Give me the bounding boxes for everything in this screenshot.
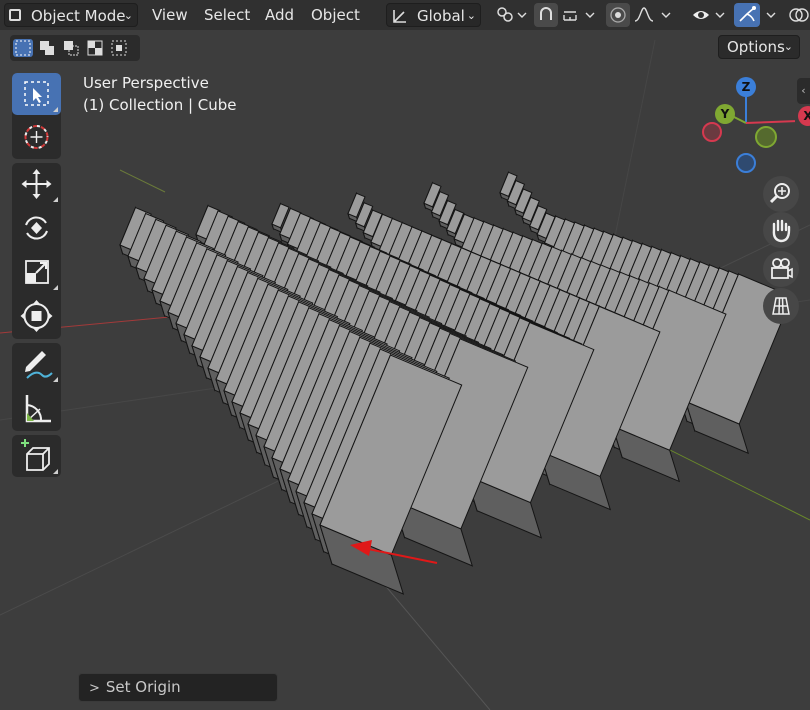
sidebar-toggle[interactable]: ‹ xyxy=(797,78,810,104)
gizmo-z-axis[interactable]: Z xyxy=(736,77,756,97)
visibility-icon xyxy=(693,11,725,19)
tool-add-cube[interactable] xyxy=(12,435,61,477)
gizmo-neg-x-axis[interactable] xyxy=(702,122,722,142)
collection-label: (1) Collection | Cube xyxy=(83,96,237,114)
hand-icon xyxy=(772,219,791,243)
tool-measure[interactable] xyxy=(12,387,61,429)
falloff-selector[interactable] xyxy=(632,3,676,27)
select-invert-mode[interactable] xyxy=(85,39,105,57)
select-subtract-icon xyxy=(64,41,79,56)
tool-scale[interactable] xyxy=(12,251,61,293)
rotate-icon xyxy=(25,216,48,240)
zoom-button[interactable] xyxy=(763,176,799,212)
tool-move[interactable] xyxy=(12,163,61,205)
tool-annotate[interactable] xyxy=(12,343,61,385)
proportional-editing-toggle[interactable] xyxy=(606,3,630,27)
select-extend-mode[interactable] xyxy=(37,39,57,57)
chevron-down-icon xyxy=(766,12,776,18)
transform-orientation-selector[interactable]: Global ⌄ xyxy=(386,3,481,27)
menu-view[interactable]: View xyxy=(149,3,191,27)
mode-label: Object Mode xyxy=(31,7,126,25)
menu-object[interactable]: Object xyxy=(308,3,363,27)
select-intersect-icon xyxy=(111,40,127,56)
pivot-point-icon xyxy=(497,7,527,22)
pan-button[interactable] xyxy=(763,212,799,248)
editor-type-icon xyxy=(9,9,21,21)
tool-options-indicator xyxy=(53,285,58,290)
visibility-selector[interactable] xyxy=(690,3,730,27)
snap-icon xyxy=(540,7,552,20)
chevron-down-icon: ⌄ xyxy=(466,9,476,22)
toolbar-group-annotate xyxy=(12,343,61,431)
options-dropdown[interactable]: Options ⌄ xyxy=(718,35,800,59)
gizmo-y-axis[interactable]: Y xyxy=(715,104,735,124)
chevron-right-icon: > xyxy=(89,681,100,696)
transform-orientation-icon xyxy=(393,10,406,23)
gizmo-toggle[interactable] xyxy=(734,3,760,27)
gizmo-neg-z-axis[interactable] xyxy=(736,153,756,173)
camera-icon xyxy=(771,258,793,279)
transform-orientation-label: Global xyxy=(417,7,465,25)
ortho-toggle-button[interactable] xyxy=(763,288,799,324)
chevron-down-icon: ⌄ xyxy=(783,40,793,53)
snap-toggle[interactable] xyxy=(534,3,558,27)
pivot-point-selector[interactable] xyxy=(490,3,530,27)
toolbar-group-add xyxy=(12,435,61,477)
proportional-editing-icon xyxy=(610,7,626,23)
tool-options-indicator xyxy=(53,469,58,474)
overlay-icon xyxy=(789,8,809,22)
last-operator-panel[interactable]: > Set Origin xyxy=(78,673,278,702)
tool-cursor[interactable] xyxy=(12,117,61,159)
select-subtract-mode[interactable] xyxy=(61,39,81,57)
measure-icon xyxy=(25,395,51,423)
select-new-mode[interactable] xyxy=(13,39,33,57)
transform-icon xyxy=(20,300,53,332)
falloff-icon xyxy=(634,7,671,22)
chevron-down-icon: ⌄ xyxy=(123,9,133,22)
tool-rotate[interactable] xyxy=(12,207,61,249)
selection-mode-group xyxy=(10,35,140,61)
tool-options-indicator xyxy=(53,197,58,202)
gizmo-icon xyxy=(739,6,756,22)
options-label: Options xyxy=(727,38,785,56)
blender-window: Object Mode ⌄ View Select Add Object Glo… xyxy=(0,0,810,710)
mode-selector[interactable]: Object Mode ⌄ xyxy=(4,3,138,27)
snap-target-selector[interactable] xyxy=(560,3,600,27)
snap-increment-icon xyxy=(563,11,595,21)
grid-view-icon xyxy=(772,297,790,315)
gizmo-neg-y-axis[interactable] xyxy=(755,126,777,148)
select-invert-icon xyxy=(87,40,103,56)
tool-options-indicator xyxy=(53,107,58,112)
cursor-icon xyxy=(24,125,49,149)
select-extend-icon xyxy=(40,41,54,55)
gizmo-options[interactable] xyxy=(762,3,782,27)
zoom-icon xyxy=(769,183,790,204)
navigation-gizmo[interactable]: Z Y X X xyxy=(695,75,810,175)
toolbar-group-select xyxy=(12,73,61,159)
tool-select-box[interactable] xyxy=(12,73,61,115)
viewport-header: Object Mode ⌄ View Select Add Object Glo… xyxy=(0,0,810,30)
last-operator-label: Set Origin xyxy=(105,678,181,696)
menu-select[interactable]: Select xyxy=(201,3,253,27)
toolbar-group-transform xyxy=(12,163,61,339)
camera-view-button[interactable] xyxy=(763,251,799,287)
select-new-icon xyxy=(15,40,31,56)
menu-add[interactable]: Add xyxy=(262,3,297,27)
view-name: User Perspective xyxy=(83,74,209,92)
overlay-toggle[interactable] xyxy=(786,3,810,27)
select-intersect-mode[interactable] xyxy=(109,39,129,57)
tool-options-indicator xyxy=(53,377,58,382)
tool-transform[interactable] xyxy=(12,295,61,337)
